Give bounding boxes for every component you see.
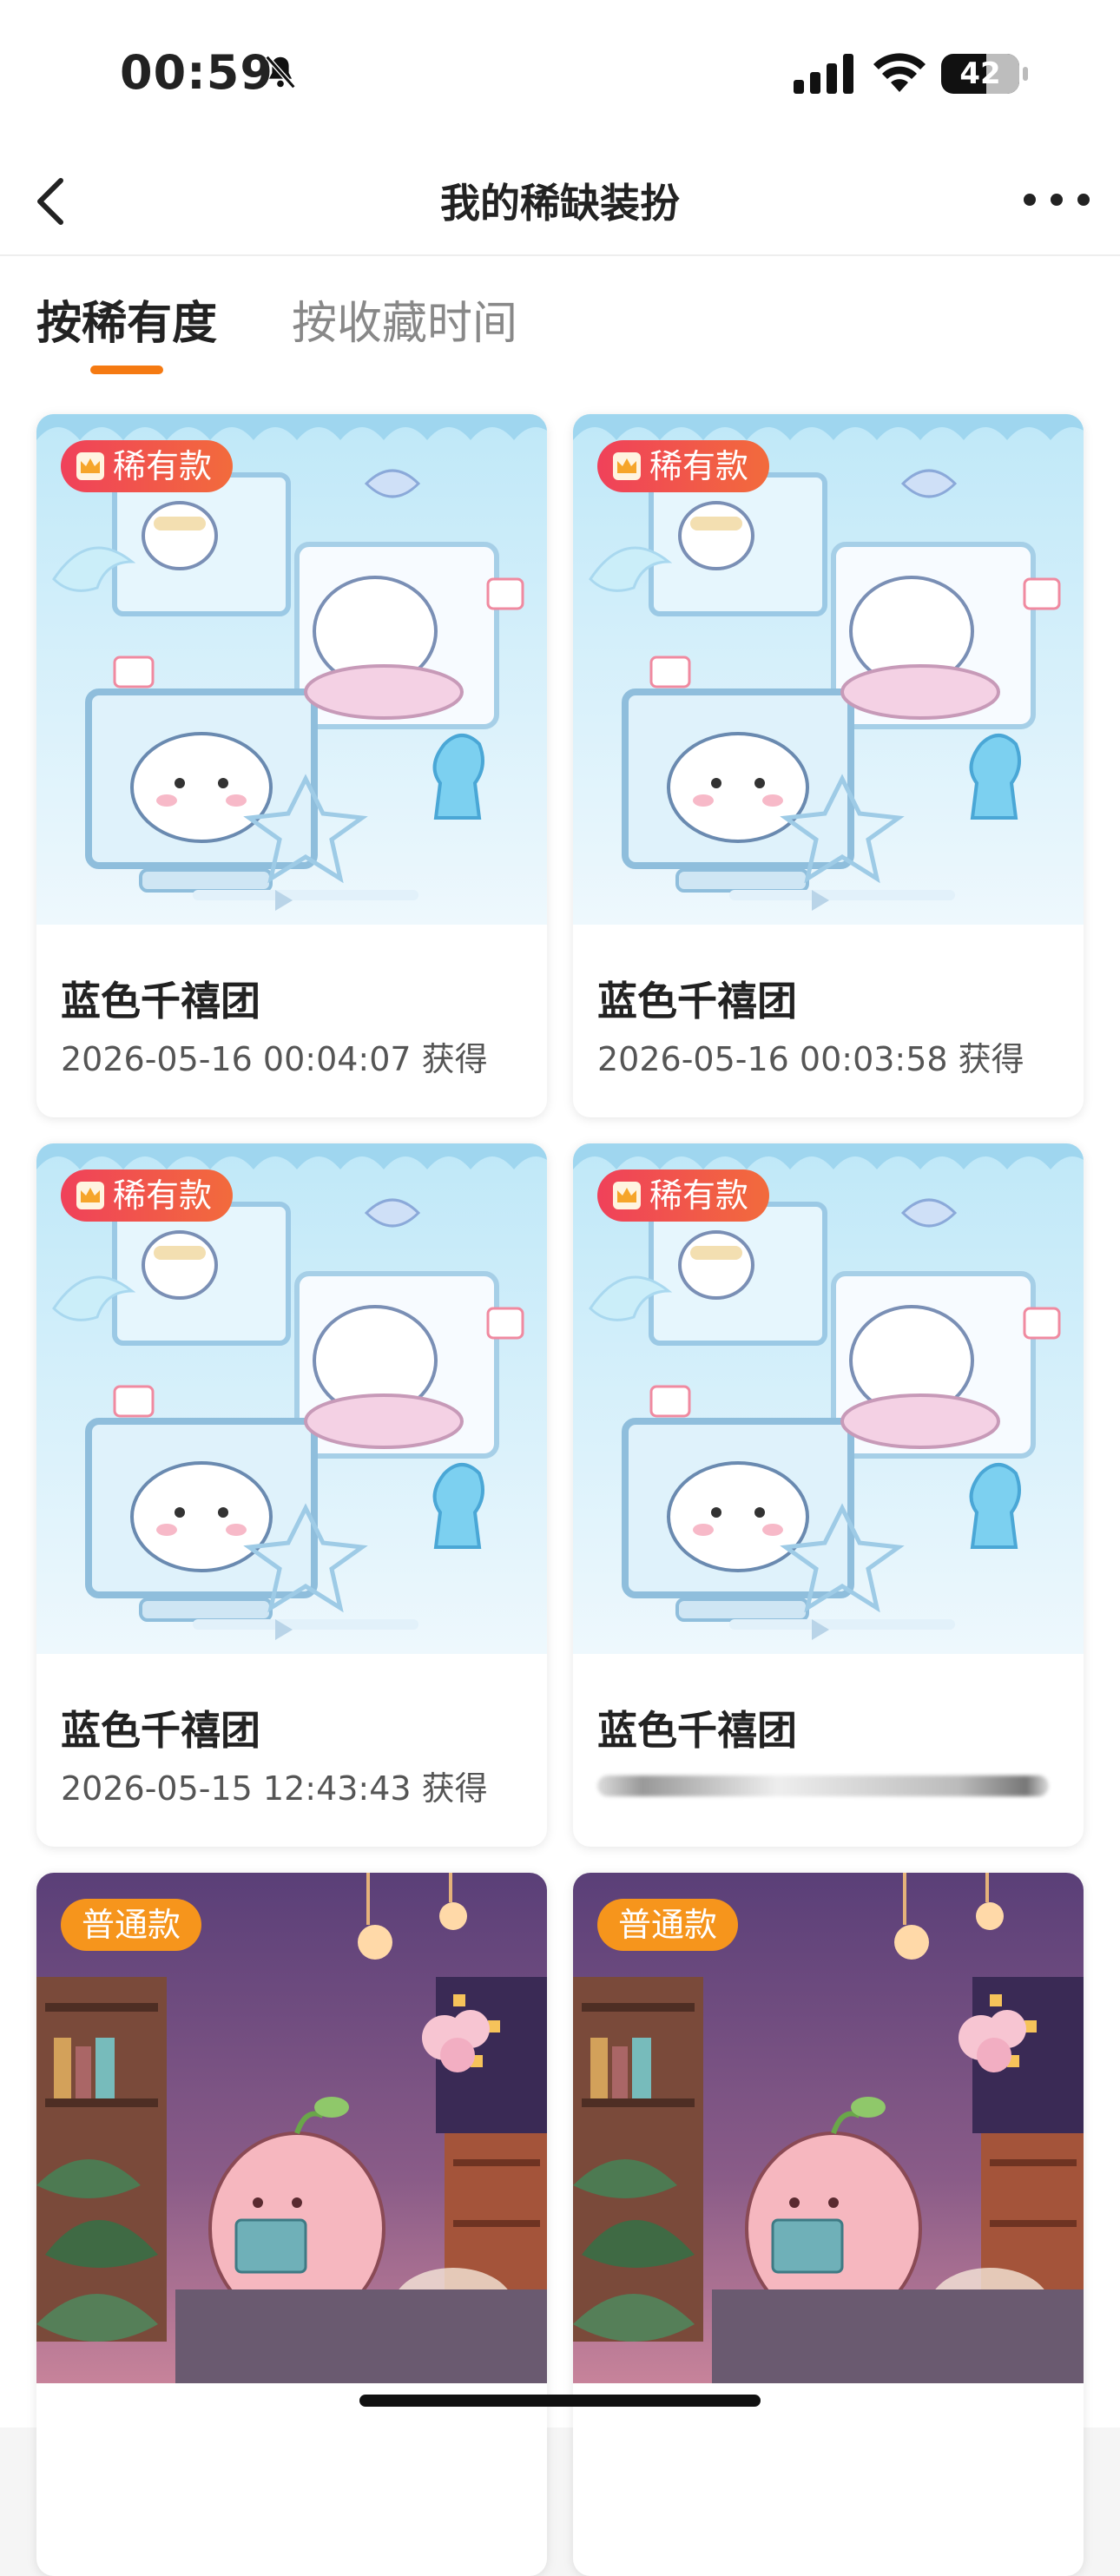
rarity-badge: 稀有款 — [597, 1169, 770, 1222]
obtained-date: 2026-05-16 00:04:07 获得 — [61, 1040, 488, 1078]
crown-icon — [76, 452, 104, 480]
wifi-icon — [873, 53, 926, 92]
obtained-date: 2026-05-15 12:43:43 获得 — [61, 1769, 488, 1808]
sort-tabs: 按稀有度 按收藏时间 — [0, 256, 1120, 395]
outfit-card[interactable]: 普通款 — [573, 1873, 1084, 2576]
rarity-badge: 稀有款 — [61, 440, 234, 492]
navigation-bar: 我的稀缺装扮 — [0, 148, 1120, 256]
battery-indicator: 42 — [941, 54, 1028, 94]
outfit-name: 蓝色千禧团 — [61, 1707, 260, 1754]
status-time: 00:59 — [120, 45, 273, 100]
outfit-card[interactable]: 稀有款 蓝色千禧团 2026-05-16 00:04:07 获得 — [36, 414, 547, 1117]
obtained-date-blurred — [597, 1776, 1049, 1796]
outfit-name: 蓝色千禧团 — [597, 978, 797, 1024]
more-options-icon[interactable] — [1018, 174, 1096, 226]
active-tab-indicator — [90, 366, 163, 374]
collection-grid: 稀有款 蓝色千禧团 2026-05-16 00:04:07 获得 稀有款 蓝色千… — [0, 395, 1120, 2576]
outfit-name: 蓝色千禧团 — [597, 1707, 797, 1754]
crown-icon — [613, 452, 641, 480]
obtained-date: 2026-05-16 00:03:58 获得 — [597, 1040, 1024, 1078]
tab-by-rarity[interactable]: 按稀有度 — [36, 287, 217, 352]
crown-icon — [613, 1182, 641, 1209]
rarity-badge: 普通款 — [61, 1899, 202, 1951]
rarity-badge: 稀有款 — [597, 440, 770, 492]
cellular-signal-icon — [794, 54, 853, 94]
rarity-badge: 普通款 — [597, 1899, 739, 1951]
outfit-card[interactable]: 普通款 — [36, 1873, 547, 2576]
crown-icon — [76, 1182, 104, 1209]
outfit-card[interactable]: 稀有款 蓝色千禧团 2026-05-15 12:43:43 获得 — [36, 1143, 547, 1847]
status-bar: 00:59 42 — [0, 0, 1120, 148]
home-indicator[interactable] — [359, 2395, 761, 2407]
outfit-name: 蓝色千禧团 — [61, 978, 260, 1024]
tab-by-collect-time[interactable]: 按收藏时间 — [292, 287, 517, 352]
outfit-card[interactable]: 稀有款 蓝色千禧团 — [573, 1143, 1084, 1847]
bell-muted-icon — [265, 55, 296, 89]
page-title: 我的稀缺装扮 — [440, 180, 680, 227]
outfit-card[interactable]: 稀有款 蓝色千禧团 2026-05-16 00:03:58 获得 — [573, 414, 1084, 1117]
rarity-badge: 稀有款 — [61, 1169, 234, 1222]
